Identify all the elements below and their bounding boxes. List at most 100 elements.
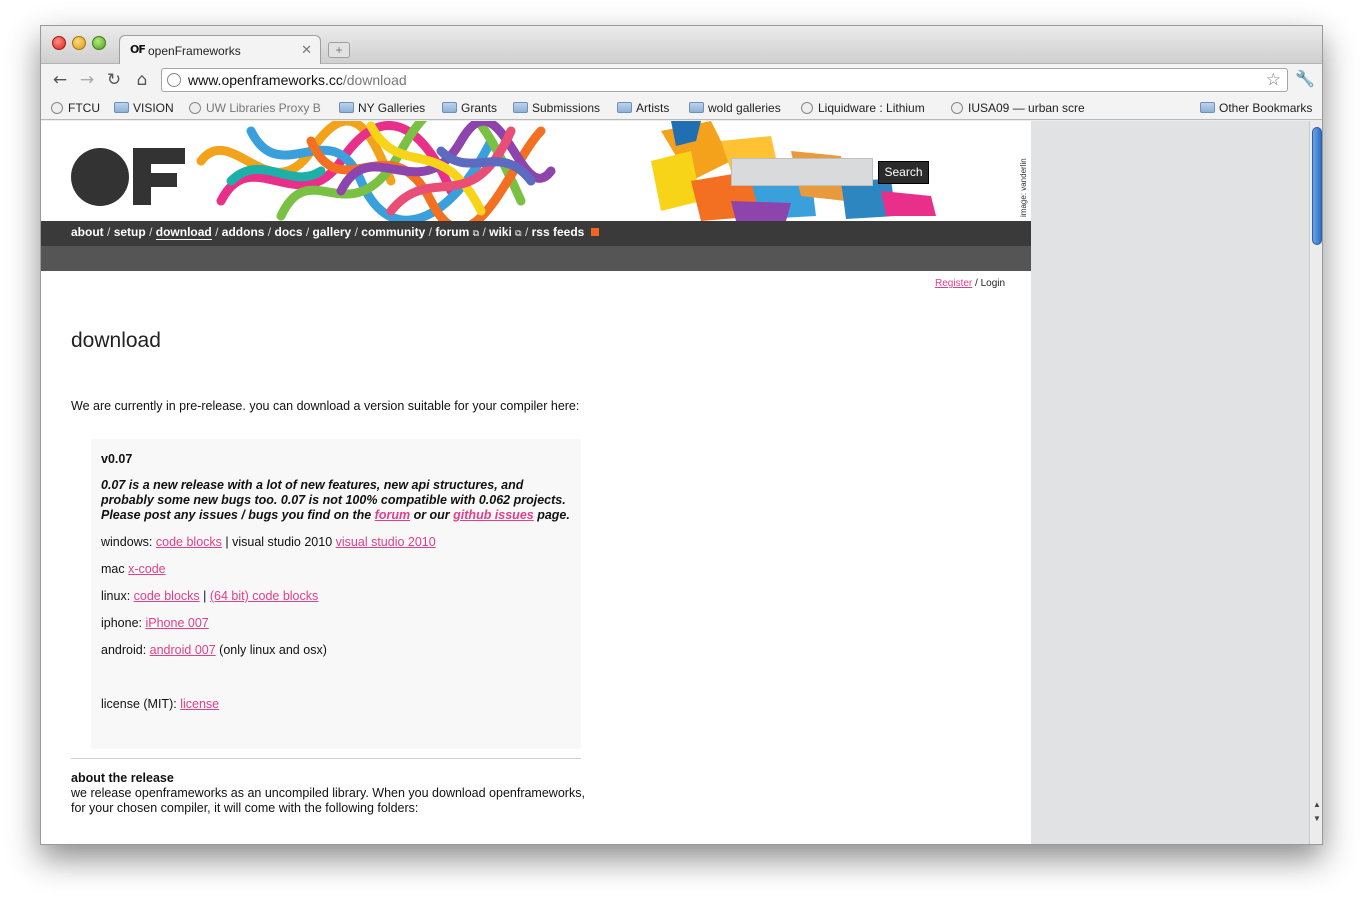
page-content: Search image: vanderlin about / setup / …	[41, 121, 1031, 844]
auth-separator: /	[975, 278, 978, 289]
xcode-link[interactable]: x-code	[128, 562, 166, 576]
nav-separator: /	[107, 225, 111, 239]
intro-text: We are currently in pre-release. you can…	[71, 399, 580, 413]
about-release-heading: about the release	[71, 771, 174, 785]
globe-icon	[167, 73, 181, 87]
linux-64bit-code-blocks-link[interactable]: (64 bit) code blocks	[210, 589, 318, 603]
iphone-label: iphone:	[101, 616, 146, 630]
visual-studio-2010-link[interactable]: visual studio 2010	[336, 535, 436, 549]
nav-addons[interactable]: addons	[222, 225, 265, 239]
scroll-up-arrow-icon[interactable]: ▲	[1312, 799, 1322, 811]
bookmark-grants[interactable]: Grants	[442, 101, 497, 115]
tab-title: openFrameworks	[148, 44, 241, 58]
search-button[interactable]: Search	[878, 161, 929, 184]
nav-separator: /	[428, 225, 432, 239]
search-input[interactable]	[731, 158, 873, 186]
iphone-row: iphone: iPhone 007	[101, 616, 571, 631]
image-credit: image: vanderlin	[1019, 158, 1028, 217]
release-version: v0.07	[101, 452, 133, 466]
openframeworks-logo[interactable]	[71, 147, 186, 207]
nav-docs[interactable]: docs	[274, 225, 302, 239]
github-issues-link[interactable]: github issues	[453, 508, 534, 522]
android-007-link[interactable]: android 007	[150, 643, 216, 657]
android-note: (only linux and osx)	[215, 643, 327, 657]
bookmark-wold-galleries[interactable]: wold galleries	[689, 101, 781, 115]
register-link[interactable]: Register	[935, 278, 972, 289]
scrollbar-thumb[interactable]	[1312, 127, 1322, 245]
nav-forum[interactable]: forum	[435, 225, 469, 239]
minimize-window-button[interactable]	[72, 36, 86, 50]
bookmark-uw-libraries[interactable]: UW Libraries Proxy B	[189, 101, 321, 115]
sub-nav-bar	[41, 246, 1031, 271]
bookmark-artists[interactable]: Artists	[617, 101, 669, 115]
browser-toolbar: ← → ↻ ⌂ www.openframeworks.cc/download ☆…	[41, 64, 1322, 96]
linux-label: linux:	[101, 589, 134, 603]
close-window-button[interactable]	[52, 36, 66, 50]
url-text: www.openframeworks.cc/download	[188, 72, 407, 88]
globe-icon	[51, 102, 63, 114]
nav-wiki[interactable]: wiki	[489, 225, 512, 239]
bookmark-ny-galleries[interactable]: NY Galleries	[339, 101, 425, 115]
linux-code-blocks-link[interactable]: code blocks	[134, 589, 200, 603]
forward-arrow-icon[interactable]: →	[76, 69, 98, 91]
new-tab-button[interactable]: +	[328, 42, 350, 58]
globe-icon	[189, 102, 201, 114]
android-label: android:	[101, 643, 150, 657]
of-favicon-icon: OF	[130, 43, 146, 56]
bookmark-star-icon[interactable]: ☆	[1266, 70, 1281, 90]
mac-label: mac	[101, 562, 129, 576]
iphone-007-link[interactable]: iPhone 007	[145, 616, 208, 630]
nav-setup[interactable]: setup	[114, 225, 146, 239]
rss-icon[interactable]	[590, 228, 599, 236]
bookmark-submissions[interactable]: Submissions	[513, 101, 600, 115]
bookmark-ftcu[interactable]: FTCU	[51, 101, 100, 115]
bookmark-other-bookmarks[interactable]: Other Bookmarks	[1200, 101, 1312, 115]
tab-close-icon[interactable]: ✕	[301, 42, 312, 58]
release-desc-text: or our	[410, 508, 454, 522]
back-arrow-icon[interactable]: ←	[49, 69, 71, 91]
nav-separator: /	[354, 225, 358, 239]
title-bar: OF openFrameworks ✕ +	[41, 26, 1322, 65]
linux-row: linux: code blocks | (64 bit) code block…	[101, 589, 571, 604]
folder-icon	[689, 102, 704, 113]
forum-link[interactable]: forum	[375, 508, 410, 522]
section-divider	[71, 758, 581, 759]
license-link[interactable]: license	[180, 697, 219, 711]
mac-row: mac x-code	[101, 562, 571, 577]
folder-icon	[442, 102, 457, 113]
main-nav: about / setup / download / addons / docs…	[41, 221, 1031, 246]
android-row: android: android 007 (only linux and osx…	[101, 643, 571, 658]
folder-icon	[513, 102, 528, 113]
nav-community[interactable]: community	[361, 225, 425, 239]
bookmark-vision[interactable]: VISION	[114, 101, 174, 115]
maximize-window-button[interactable]	[92, 36, 106, 50]
reload-icon[interactable]: ↻	[103, 69, 125, 91]
bookmark-iusa09[interactable]: IUSA09 — urban scre	[951, 101, 1086, 115]
nav-gallery[interactable]: gallery	[313, 225, 352, 239]
wrench-icon[interactable]: 🔧	[1295, 69, 1315, 88]
address-bar[interactable]: www.openframeworks.cc/download ☆	[161, 68, 1288, 92]
windows-row: windows: code blocks | visual studio 201…	[101, 535, 571, 550]
license-label: license (MIT):	[101, 697, 181, 711]
nav-about[interactable]: about	[71, 225, 104, 239]
folder-icon	[617, 102, 632, 113]
nav-rss-feeds[interactable]: rss feeds	[532, 225, 585, 239]
nav-download[interactable]: download	[155, 225, 212, 240]
bookmark-liquidware[interactable]: Liquidware : Lithium	[801, 101, 931, 115]
vertical-scrollbar[interactable]: ▲ ▼	[1309, 121, 1322, 844]
windows-label: windows:	[101, 535, 156, 549]
scroll-down-arrow-icon[interactable]: ▼	[1312, 813, 1322, 825]
browser-window: OF openFrameworks ✕ + ← → ↻ ⌂ www.openfr…	[40, 25, 1323, 845]
linux-separator-text: |	[199, 589, 210, 603]
main-nav-links: about / setup / download / addons / docs…	[71, 225, 599, 240]
nav-separator: /	[482, 225, 486, 239]
release-description: 0.07 is a new release with a lot of new …	[101, 478, 571, 523]
bookmarks-bar: FTCU VISION UW Libraries Proxy B NY Gall…	[41, 96, 1322, 120]
tab-openframeworks[interactable]: OF openFrameworks ✕	[119, 35, 321, 65]
windows-code-blocks-link[interactable]: code blocks	[156, 535, 222, 549]
external-link-icon: ⧉	[472, 228, 480, 238]
login-link[interactable]: Login	[981, 278, 1005, 289]
auth-links: Register / Login	[935, 278, 1005, 289]
home-icon[interactable]: ⌂	[131, 69, 153, 91]
folder-icon	[1200, 102, 1215, 113]
